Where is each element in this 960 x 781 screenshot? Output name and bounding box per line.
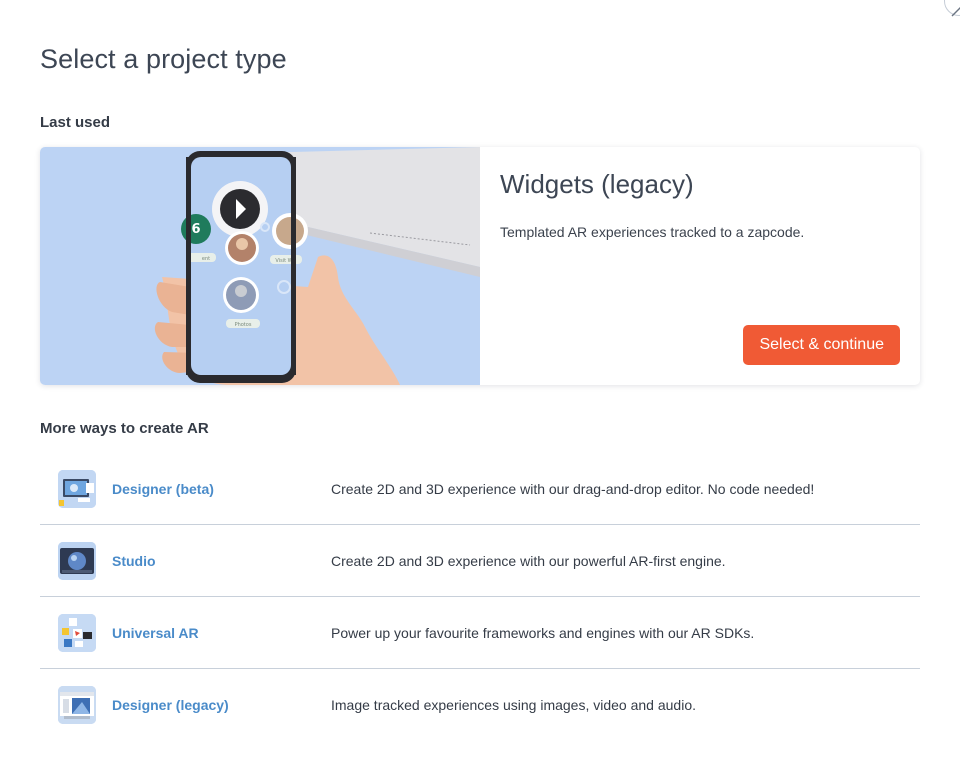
option-designer-legacy[interactable]: Designer (legacy) Image tracked experien…	[40, 669, 920, 740]
more-ways-heading: More ways to create AR	[40, 420, 209, 437]
option-name[interactable]: Designer (beta)	[112, 481, 214, 497]
modal-title: Select a project type	[40, 44, 287, 74]
last-used-title: Widgets (legacy)	[500, 169, 694, 199]
select-continue-button[interactable]: Select & continue	[743, 325, 900, 365]
badge-number: 6	[191, 222, 200, 237]
designer-legacy-thumbnail-icon	[58, 686, 96, 724]
last-used-description: Templated AR experiences tracked to a za…	[500, 224, 805, 240]
option-universal-ar[interactable]: Universal AR Power up your favourite fra…	[40, 597, 920, 669]
last-used-heading: Last used	[40, 114, 111, 131]
last-used-card[interactable]: Photos 6 ent Visit W Widgets (legacy) Te…	[40, 147, 920, 385]
close-button[interactable]	[944, 0, 960, 17]
photos-chip-label: Photos	[235, 322, 252, 328]
project-type-list: Designer (beta) Create 2D and 3D experie…	[40, 453, 920, 740]
option-designer-beta[interactable]: Designer (beta) Create 2D and 3D experie…	[40, 453, 920, 525]
option-description: Power up your favourite frameworks and e…	[331, 625, 755, 641]
project-type-modal: Select a project type Last used Photos 6…	[0, 0, 960, 781]
universal-ar-thumbnail-icon	[58, 614, 96, 652]
studio-thumbnail-icon	[58, 542, 96, 580]
option-studio[interactable]: Studio Create 2D and 3D experience with …	[40, 525, 920, 597]
left-chip-label: ent	[202, 256, 210, 262]
close-icon	[951, 7, 960, 17]
option-description: Create 2D and 3D experience with our pow…	[331, 553, 726, 569]
option-name[interactable]: Designer (legacy)	[112, 697, 229, 713]
option-name[interactable]: Universal AR	[112, 625, 199, 641]
last-used-details: Widgets (legacy) Templated AR experience…	[480, 147, 920, 385]
designer-beta-thumbnail-icon	[58, 470, 96, 508]
right-chip-label: Visit W	[275, 258, 292, 264]
option-name[interactable]: Studio	[112, 553, 156, 569]
option-description: Image tracked experiences using images, …	[331, 697, 696, 713]
option-description: Create 2D and 3D experience with our dra…	[331, 481, 815, 497]
widgets-preview-image: Photos 6 ent Visit W	[40, 147, 480, 385]
